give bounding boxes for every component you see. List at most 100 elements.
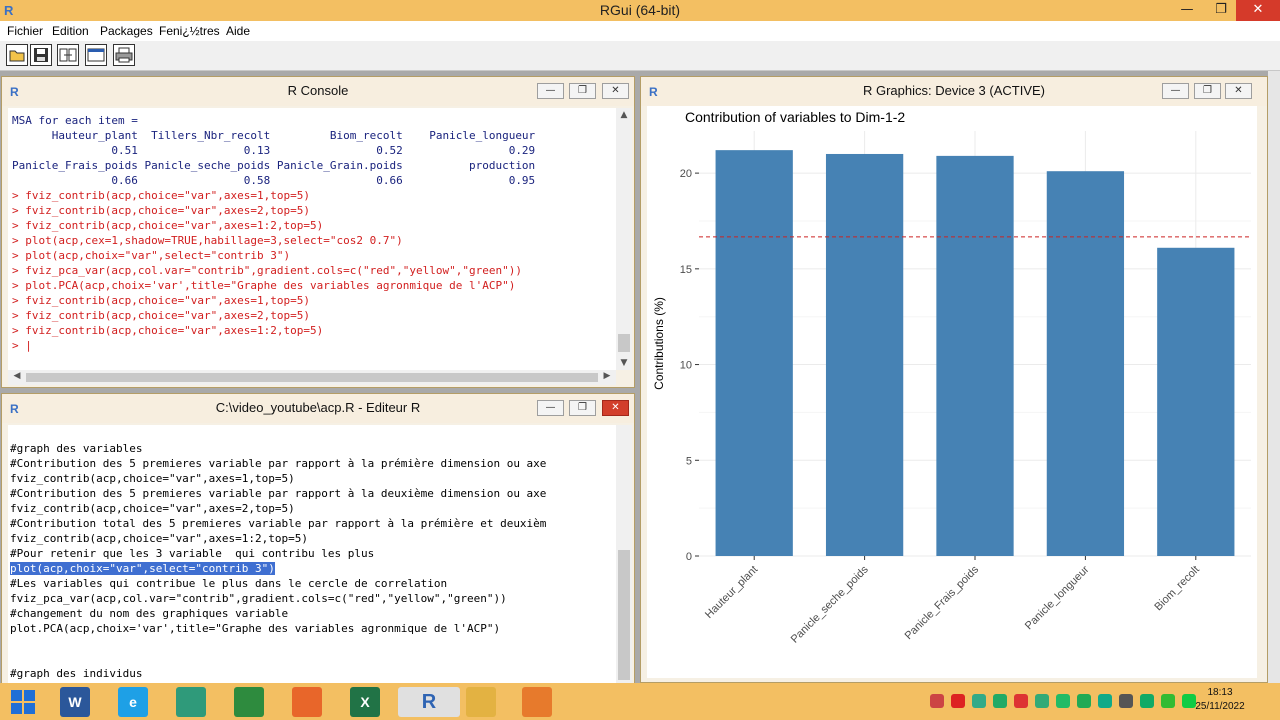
console-horizontal-scrollbar[interactable]: ◀ ▶ (8, 370, 616, 385)
code-line: #Les variables qui contribue le plus dan… (10, 577, 448, 590)
editor-close-button[interactable]: ✕ (602, 400, 629, 416)
menu-fenetres[interactable]: Feni¿½tres (159, 24, 220, 38)
graphics-minimize-button[interactable]: — (1162, 83, 1189, 99)
console-command-line: > fviz_contrib(acp,choice="var",axes=1,t… (12, 294, 311, 307)
scroll-down-arrow-icon[interactable]: ▼ (617, 358, 631, 368)
x-tick-label: Panicle_Frais_poids (903, 563, 982, 642)
console-line: > fviz_contrib(acp,choice="var",axes=1:2… (12, 323, 616, 338)
editor-line: #changement du nom des graphiques variab… (10, 606, 616, 621)
editor-line: #Contribution total des 5 premieres vari… (10, 516, 616, 531)
console-command-line: > fviz_contrib(acp,choice="var",axes=1:2… (12, 219, 324, 232)
windows-start-icon[interactable] (8, 687, 38, 717)
code-line: fviz_contrib(acp,choice="var",axes=1:2,t… (10, 532, 309, 545)
scroll-right-arrow-icon[interactable]: ▶ (600, 371, 614, 381)
console-title-bar[interactable]: R R Console — ❐ ✕ (2, 77, 634, 106)
maximize-button[interactable]: ❐ (1206, 0, 1236, 21)
console-output-line: MSA for each item = (12, 114, 138, 127)
console-vertical-scrollbar[interactable]: ▲ ▼ (616, 108, 632, 370)
menu-aide[interactable]: Aide (226, 24, 250, 38)
editor-title-bar[interactable]: R C:\video_youtube\acp.R - Editeur R — ❐… (2, 394, 634, 423)
bar-Hauteur_plant (715, 150, 793, 556)
graphics-close-button[interactable]: ✕ (1225, 83, 1252, 99)
editor-text-area[interactable]: #graph des variables #Contribution des 5 … (8, 425, 616, 683)
console-line: 0.51 0.13 0.52 0.29 (12, 143, 616, 158)
scroll-thumb[interactable] (618, 334, 630, 352)
tray-icon[interactable] (993, 694, 1007, 708)
tray-icon[interactable] (951, 694, 965, 708)
tray-icon[interactable] (1161, 694, 1175, 708)
clock[interactable]: 18:13 25/11/2022 (1190, 686, 1250, 714)
code-line: fviz_contrib(acp,choice="var",axes=2,top… (10, 502, 295, 515)
tray-icon[interactable] (972, 694, 986, 708)
graphics-canvas[interactable]: 0 5 10 15 20 Hauteur_plant Panicle_seche_poids… (647, 106, 1257, 678)
menu-bar: Fichier Edition Packages Feni¿½tres Aide (0, 21, 1280, 41)
code-line: fviz_contrib(acp,choice="var",axes=1,top… (10, 472, 295, 485)
editor-line: fviz_contrib(acp,choice="var",axes=1:2,t… (10, 531, 616, 546)
console-close-button[interactable]: ✕ (602, 83, 629, 99)
menu-fichier[interactable]: Fichier (7, 24, 43, 38)
mdi-vertical-scrollbar[interactable] (1268, 71, 1280, 683)
tray-icon[interactable] (1140, 694, 1154, 708)
menu-edition[interactable]: Edition (52, 24, 89, 38)
internet-explorer-icon[interactable]: e (118, 687, 148, 717)
tray-icon[interactable] (1056, 694, 1070, 708)
script-editor-window: R C:\video_youtube\acp.R - Editeur R — ❐… (1, 393, 635, 685)
tray-icon[interactable] (930, 694, 944, 708)
graphics-title-bar[interactable]: R R Graphics: Device 3 (ACTIVE) — ❐ ✕ (641, 77, 1267, 106)
console-line: Hauteur_plant Tillers_Nbr_recolt Biom_re… (12, 128, 616, 143)
r-icon[interactable]: R (398, 687, 460, 717)
x-tick-label: Biom_recolt (1152, 564, 1202, 614)
editor-restore-button[interactable]: ❐ (569, 400, 596, 416)
console-output-line: Hauteur_plant Tillers_Nbr_recolt Biom_re… (12, 129, 536, 142)
tray-icon[interactable] (1119, 694, 1133, 708)
edge-icon[interactable] (176, 687, 206, 717)
console-line: > fviz_pca_var(acp,col.var="contrib",gra… (12, 263, 616, 278)
console-line: Panicle_Frais_poids Panicle_seche_poids … (12, 158, 616, 173)
scroll-left-arrow-icon[interactable]: ◀ (10, 371, 24, 381)
editor-vertical-scrollbar[interactable] (616, 425, 632, 683)
scroll-thumb[interactable] (618, 550, 630, 680)
y-tick-label: 20 (680, 168, 692, 180)
print-icon[interactable] (113, 44, 135, 66)
file-explorer-icon[interactable] (466, 687, 496, 717)
console-output[interactable]: MSA for each item = Hauteur_plant Tiller… (8, 108, 616, 370)
y-axis-label: Contributions (%) (652, 297, 666, 390)
code-line: plot.PCA(acp,choix='var',title="Graphe d… (10, 622, 501, 635)
excel-icon[interactable]: X (350, 687, 380, 717)
graphics-restore-button[interactable]: ❐ (1194, 83, 1221, 99)
editor-line: fviz_contrib(acp,choice="var",axes=2,top… (10, 501, 616, 516)
load-workspace-icon[interactable] (57, 44, 79, 66)
save-icon[interactable] (30, 44, 52, 66)
open-script-icon[interactable] (6, 44, 28, 66)
code-line: #Contribution total des 5 premieres vari… (10, 517, 547, 530)
firefox-icon[interactable] (292, 687, 322, 717)
tray-icon[interactable] (1035, 694, 1049, 708)
media-player-icon[interactable] (522, 687, 552, 717)
console-line: > plot.PCA(acp,choix='var',title="Graphe… (12, 278, 616, 293)
scroll-thumb[interactable] (26, 373, 598, 382)
editor-line: plot.PCA(acp,choix='var',title="Graphe d… (10, 621, 616, 636)
console-command-line: > | (12, 339, 32, 352)
minimize-button[interactable]: — (1172, 0, 1202, 21)
console-restore-button[interactable]: ❐ (569, 83, 596, 99)
scroll-up-arrow-icon[interactable]: ▲ (617, 110, 631, 120)
console-line: > fviz_contrib(acp,choice="var",axes=1:2… (12, 218, 616, 233)
close-button[interactable]: ✕ (1236, 0, 1280, 21)
tray-icon[interactable] (1098, 694, 1112, 708)
clock-date: 25/11/2022 (1195, 701, 1245, 712)
y-tick-label: 15 (680, 264, 692, 276)
tray-icon[interactable] (1014, 694, 1028, 708)
console-command-line: > plot(acp,cex=1,shadow=TRUE,habillage=3… (12, 234, 403, 247)
window-icon[interactable] (85, 44, 107, 66)
editor-line: #graph des individus (10, 666, 616, 681)
editor-minimize-button[interactable]: — (537, 400, 564, 416)
bar-Panicle_seche_poids (825, 153, 904, 557)
menu-packages[interactable]: Packages (100, 24, 153, 38)
word-icon[interactable]: W (60, 687, 90, 717)
console-line: 0.66 0.58 0.66 0.95 (12, 173, 616, 188)
y-tick-label: 0 (686, 551, 692, 563)
store-icon[interactable] (234, 687, 264, 717)
console-minimize-button[interactable]: — (537, 83, 564, 99)
tray-icon[interactable] (1077, 694, 1091, 708)
